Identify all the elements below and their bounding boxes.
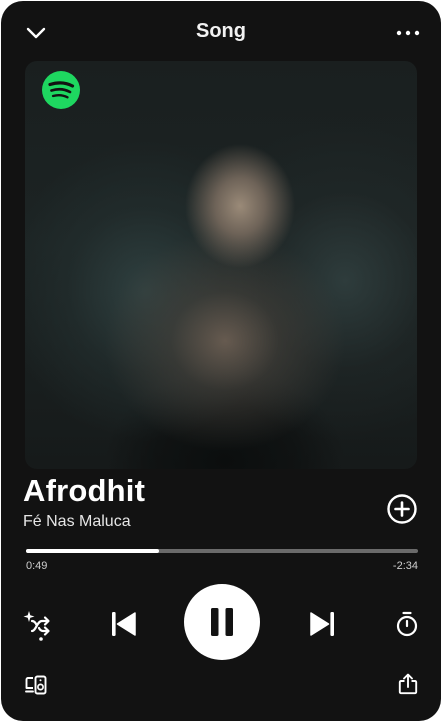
add-to-library-button[interactable] [386,493,418,525]
skip-next-icon [310,612,334,636]
spotify-logo-icon [42,71,80,109]
previous-button[interactable] [105,605,143,643]
remaining-time: -2:34 [392,560,418,572]
smart-shuffle-icon [23,611,50,641]
track-artist[interactable]: Fé Nas Maluca [23,513,131,531]
page-title: Song [196,20,246,42]
smart-shuffle-button[interactable] [21,607,55,643]
timer-icon [396,611,418,637]
sleep-timer-button[interactable] [391,607,423,641]
connect-device-button[interactable] [21,671,51,699]
pause-icon [211,608,233,636]
track-title: Afrodhit [23,473,146,508]
album-artwork [25,61,417,469]
now-playing-screen: Song Afrodhit Fé Nas Maluca 0:49 -2:34 [1,1,441,721]
share-button[interactable] [393,669,423,699]
share-icon [398,673,418,695]
more-options-button[interactable] [393,19,423,47]
next-button[interactable] [303,605,341,643]
progress-bar[interactable] [26,549,418,553]
pause-button[interactable] [184,584,260,660]
progress-fill [26,549,160,553]
more-horizontal-icon [396,30,420,36]
elapsed-time: 0:49 [26,560,48,572]
skip-previous-icon [112,612,136,636]
devices-icon [25,675,47,695]
add-circle-icon [387,494,417,524]
